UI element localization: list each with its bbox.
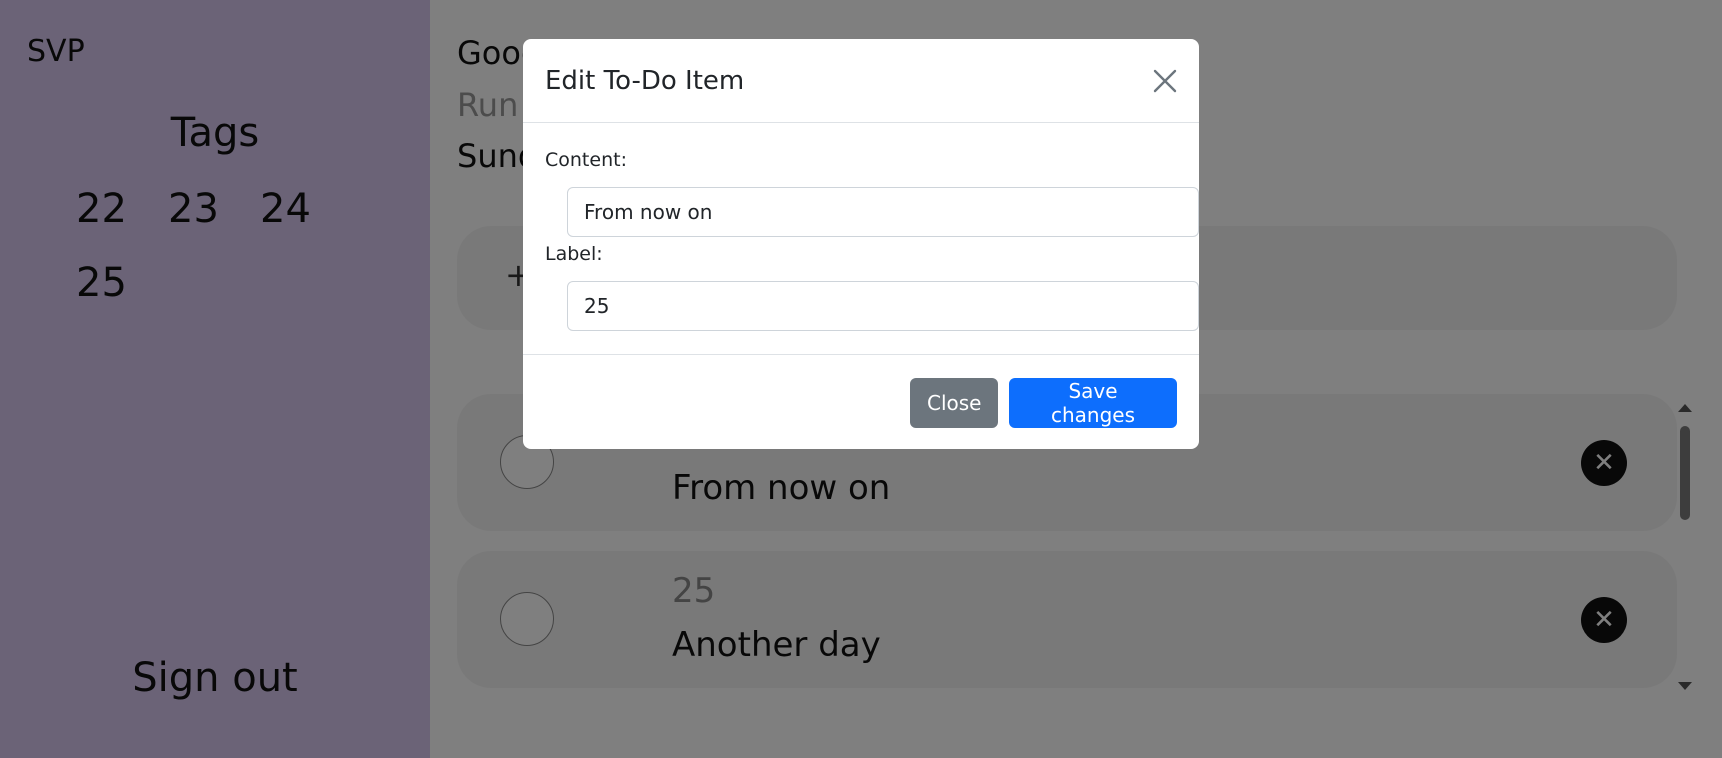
close-button[interactable]: Close bbox=[910, 378, 998, 428]
app: SVP Tags 22 23 24 25 Sign out Good Run S… bbox=[0, 0, 1722, 758]
content-input[interactable] bbox=[567, 187, 1199, 237]
modal-footer: Close Save changes bbox=[523, 355, 1199, 449]
modal-body: Content: Label: bbox=[523, 123, 1199, 355]
label-input[interactable] bbox=[567, 281, 1199, 331]
content-label: Content: bbox=[545, 149, 627, 171]
modal-title: Edit To-Do Item bbox=[545, 66, 745, 96]
edit-todo-modal: Edit To-Do Item Content: Label: Close Sa… bbox=[523, 39, 1199, 449]
label-field-label: Label: bbox=[545, 243, 603, 265]
close-icon[interactable] bbox=[1147, 63, 1183, 99]
save-changes-button[interactable]: Save changes bbox=[1009, 378, 1177, 428]
modal-header: Edit To-Do Item bbox=[523, 39, 1199, 123]
